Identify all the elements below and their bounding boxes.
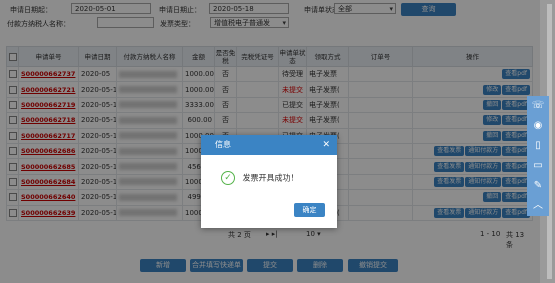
dialog-header: 信息 ✕ — [201, 135, 337, 155]
dialog-title: 信息 — [215, 140, 231, 149]
floating-toolbar: ☏ ◉ ▯ ▭ ✎ ︿ — [527, 96, 549, 216]
info-dialog: 信息 ✕ ✓ 发票开具成功！ 确定 — [201, 135, 337, 228]
invoice-application-page: 申请日期起： 2020-05-01 申请日期止： 2020-05-18 申请单状… — [0, 0, 540, 283]
phone-icon[interactable]: ▯ — [527, 136, 549, 156]
dialog-message-row: ✓ 发票开具成功！ — [221, 171, 299, 185]
success-check-icon: ✓ — [221, 171, 235, 185]
weibo-icon[interactable]: ◉ — [527, 116, 549, 136]
dialog-message: 发票开具成功！ — [242, 173, 299, 183]
confirm-button[interactable]: 确定 — [294, 203, 325, 217]
edit-icon[interactable]: ✎ — [527, 176, 549, 196]
close-icon[interactable]: ✕ — [322, 135, 330, 155]
back-to-top-icon[interactable]: ︿ — [527, 196, 549, 216]
chat-icon[interactable]: ☏ — [527, 96, 549, 116]
mobile-icon[interactable]: ▭ — [527, 156, 549, 176]
